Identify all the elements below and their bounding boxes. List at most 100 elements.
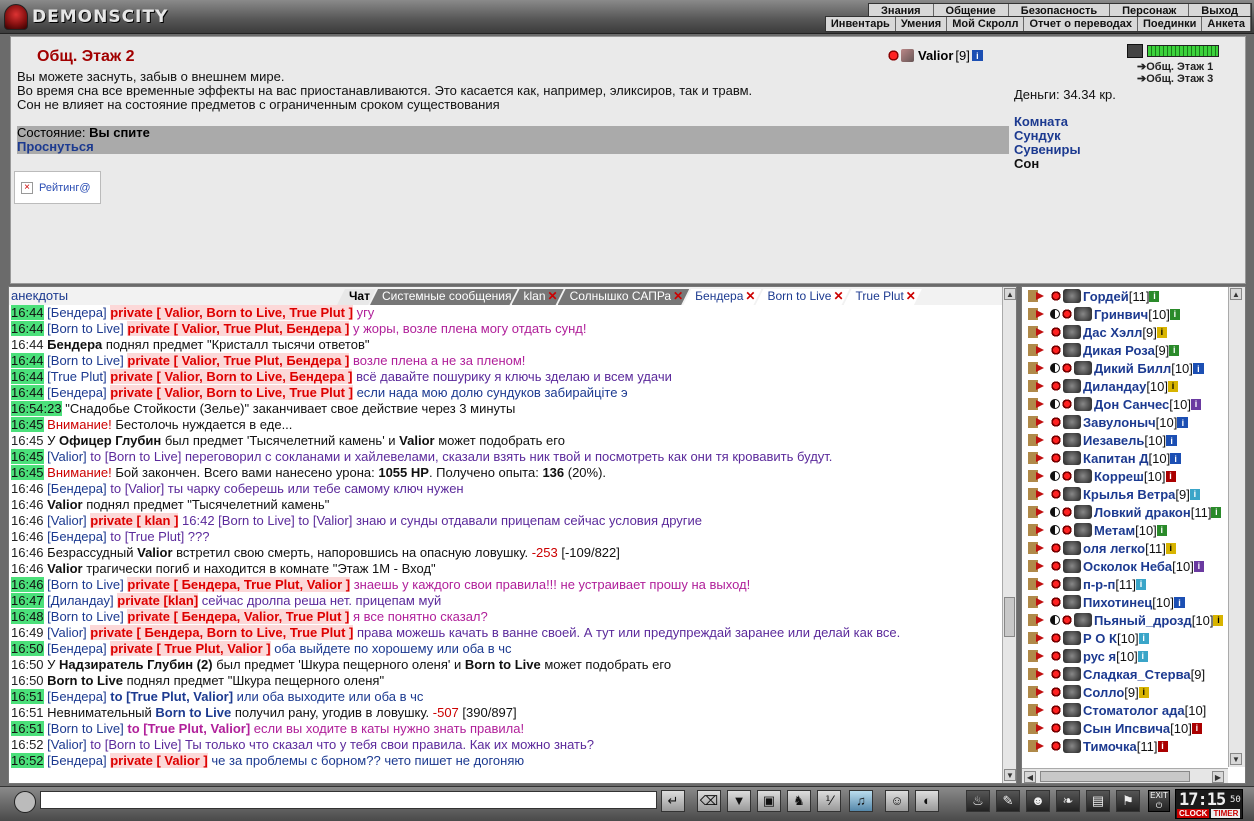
floor-link[interactable]: ➔Общ. Этаж 3 [1137, 73, 1213, 85]
private-arrow-icon[interactable] [1028, 650, 1048, 662]
user-name[interactable]: Капитан Д [1083, 451, 1149, 466]
info-icon[interactable]: i [1138, 632, 1149, 644]
private-arrow-icon[interactable] [1028, 632, 1048, 644]
private-arrow-icon[interactable] [1028, 362, 1048, 374]
info-icon[interactable]: i [1193, 560, 1204, 572]
rating-banner[interactable]: × Рейтинг@ [14, 171, 101, 204]
logo[interactable]: DEMONSCITY [4, 3, 168, 31]
message-time[interactable]: 16:51 [11, 705, 44, 720]
flag-icon[interactable]: ⚑ [1116, 790, 1140, 812]
message-time[interactable]: 16:52 [11, 737, 44, 752]
message-time[interactable]: 16:46 [11, 529, 44, 544]
sound-icon[interactable] [14, 791, 36, 813]
info-icon[interactable]: i [1166, 434, 1178, 446]
message-part[interactable]: [Born to Live] [47, 353, 127, 368]
smiley-icon[interactable]: ☺ [885, 790, 909, 812]
private-arrow-icon[interactable] [1028, 488, 1048, 500]
user-name[interactable]: Диландау [1083, 379, 1146, 394]
user-name[interactable]: Корреш [1094, 469, 1144, 484]
scroll-thumb[interactable] [1004, 597, 1015, 637]
message-part[interactable]: [Бендера] [47, 529, 106, 544]
camera-icon[interactable] [1127, 44, 1143, 58]
exit-button[interactable]: EXIT ⏻ [1148, 790, 1170, 812]
chat-tab[interactable]: Солнышко САПРа ✕ [558, 289, 690, 305]
message-part[interactable]: [Born to Live] [47, 721, 127, 736]
scroll-up-icon[interactable]: ▲ [1004, 288, 1016, 300]
user-name[interactable]: Осколок Неба [1083, 559, 1172, 574]
menu-room[interactable]: Комната [1014, 115, 1081, 129]
private-arrow-icon[interactable] [1028, 740, 1048, 752]
message-time[interactable]: 16:46 [11, 513, 44, 528]
info-icon[interactable]: i [1165, 542, 1176, 554]
info-icon[interactable]: i [1137, 650, 1148, 662]
eraser-icon[interactable]: ⌫ [697, 790, 721, 812]
jokes-link[interactable]: анекдоты [11, 288, 68, 303]
message-time[interactable]: 16:46 [11, 577, 44, 592]
menu-chest[interactable]: Сундук [1014, 129, 1081, 143]
info-icon[interactable]: i [1190, 398, 1201, 410]
user-list-scrollbar[interactable]: ▲ ▼ [1228, 287, 1245, 767]
quill-icon[interactable]: ✎ [996, 790, 1020, 812]
walk-icon[interactable]: ♞ [787, 790, 811, 812]
private-arrow-icon[interactable] [1028, 614, 1048, 626]
user-name[interactable]: п-р-п [1083, 577, 1115, 592]
user-name[interactable]: Гордей [1083, 289, 1129, 304]
user-name[interactable]: Тимочка [1083, 739, 1137, 754]
message-time[interactable]: 16:44 [11, 337, 44, 352]
scroll-right-icon[interactable]: ▶ [1212, 771, 1224, 783]
message-part[interactable]: [True Plut] [47, 369, 110, 384]
message-time[interactable]: 16:45 [11, 465, 44, 480]
message-part[interactable]: [Бендера] [47, 641, 110, 656]
private-arrow-icon[interactable] [1028, 326, 1048, 338]
info-icon[interactable]: i [971, 50, 983, 61]
message-part[interactable]: [Valior] [47, 449, 87, 464]
private-arrow-icon[interactable] [1028, 452, 1048, 464]
floor-link[interactable]: ➔Общ. Этаж 1 [1137, 61, 1213, 73]
subnav-item[interactable]: Отчет о переводах [1024, 17, 1139, 31]
message-time[interactable]: 16:48 [11, 609, 44, 624]
message-part[interactable]: [Born to Live] [47, 609, 127, 624]
message-part[interactable]: [Бендера] [47, 305, 110, 320]
message-time[interactable]: 16:51 [11, 689, 44, 704]
backpack-icon[interactable]: ▤ [1086, 790, 1110, 812]
private-arrow-icon[interactable] [1028, 560, 1048, 572]
message-time[interactable]: 16:46 [11, 481, 44, 496]
info-icon[interactable]: i [1173, 596, 1185, 608]
user-name[interactable]: Р О К [1083, 631, 1117, 646]
private-arrow-icon[interactable] [1028, 416, 1048, 428]
message-time[interactable]: 16:46 [11, 561, 44, 576]
message-time[interactable]: 16:50 [11, 673, 44, 688]
private-arrow-icon[interactable] [1028, 398, 1048, 410]
message-part[interactable]: [Бендера] [47, 753, 110, 768]
chat-tab[interactable]: Бендера ✕ [683, 289, 761, 305]
private-arrow-icon[interactable] [1028, 470, 1048, 482]
message-time[interactable]: 16:50 [11, 641, 44, 656]
message-part[interactable]: [Бендера] [47, 481, 106, 496]
user-name[interactable]: Пихотинец [1083, 595, 1152, 610]
portrait-icon[interactable]: ☻ [1026, 790, 1050, 812]
private-arrow-icon[interactable] [1028, 596, 1048, 608]
user-name[interactable]: оля легко [1083, 541, 1145, 556]
message-part[interactable]: [Born to Live] [47, 577, 127, 592]
scroll-up-icon[interactable]: ▲ [1230, 288, 1242, 300]
bottle-icon[interactable]: ♨ [966, 790, 990, 812]
private-arrow-icon[interactable] [1028, 506, 1048, 518]
user-name[interactable]: Дон Санчес [1094, 397, 1169, 412]
message-time[interactable]: 16:44 [11, 321, 44, 336]
subnav-item[interactable]: Мой Скролл [947, 17, 1025, 31]
chat-tab[interactable]: klan ✕ [512, 289, 564, 305]
menu-souvenirs[interactable]: Сувениры [1014, 143, 1081, 157]
message-time[interactable]: 16:45 [11, 433, 44, 448]
chat-tab[interactable]: Born to Live ✕ [755, 289, 849, 305]
save-icon[interactable]: ▣ [757, 790, 781, 812]
scroll-down-icon[interactable]: ▼ [1004, 769, 1016, 781]
private-arrow-icon[interactable] [1028, 686, 1048, 698]
message-time[interactable]: 16:46 [11, 545, 44, 560]
subnav-item[interactable]: Умения [896, 17, 948, 31]
close-icon[interactable]: ✕ [833, 289, 843, 303]
private-arrow-icon[interactable] [1028, 380, 1048, 392]
chat-tab[interactable]: Системные сообщения [370, 289, 518, 305]
scroll-left-icon[interactable]: ◀ [1024, 771, 1036, 783]
user-list-hscrollbar[interactable]: ◀ ▶ [1022, 768, 1228, 783]
info-icon[interactable]: i [1136, 578, 1147, 590]
